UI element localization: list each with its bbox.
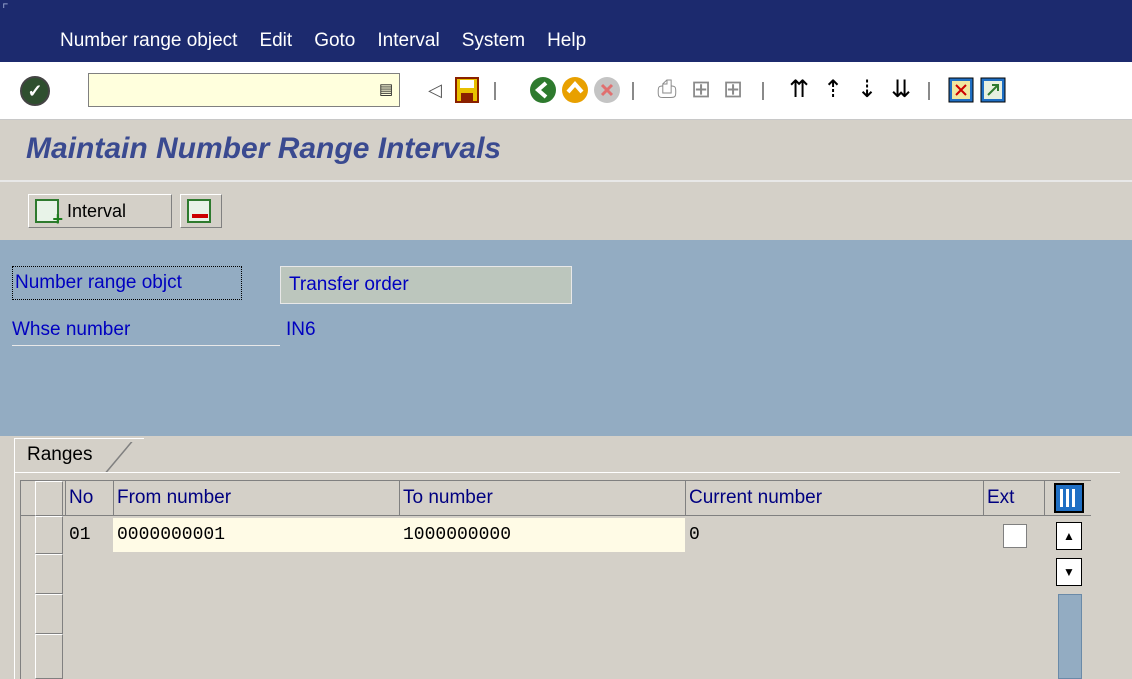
scroll-up-icon[interactable]: ▲ bbox=[1056, 522, 1082, 550]
header-area: Number range objct Transfer order Whse n… bbox=[0, 240, 1132, 436]
table-row bbox=[21, 634, 1091, 679]
shortcut-icon[interactable] bbox=[978, 74, 1008, 106]
scroll-down-icon[interactable]: ▼ bbox=[1056, 558, 1082, 586]
row-selector[interactable] bbox=[35, 594, 63, 634]
back-icon[interactable]: ◁ bbox=[420, 74, 450, 106]
menu-goto[interactable]: Goto bbox=[314, 26, 355, 56]
ranges-table: No From number To number Current number … bbox=[20, 480, 1091, 679]
exit-icon[interactable] bbox=[560, 74, 590, 106]
table-row bbox=[21, 554, 1091, 594]
page-title: Maintain Number Range Intervals bbox=[26, 132, 502, 165]
previous-icon[interactable] bbox=[528, 74, 558, 106]
column-header-to-number[interactable]: To number bbox=[399, 481, 685, 516]
cell-no: 01 bbox=[69, 525, 91, 545]
menu-bar: ⌜ Number range object Edit Goto Interval… bbox=[0, 0, 1132, 62]
insert-interval-icon bbox=[35, 199, 63, 230]
find-next-icon[interactable]: ⊞ bbox=[718, 74, 748, 106]
table-settings-icon[interactable] bbox=[1054, 483, 1084, 513]
toolbar-separator bbox=[928, 82, 930, 100]
menu-help[interactable]: Help bbox=[547, 26, 586, 56]
insert-interval-label: Interval bbox=[67, 200, 127, 221]
table-header-row: No From number To number Current number … bbox=[21, 480, 1091, 516]
delete-interval-button[interactable] bbox=[180, 194, 222, 228]
first-page-icon[interactable]: ⇈ bbox=[784, 74, 814, 106]
save-icon[interactable] bbox=[452, 74, 482, 106]
toolbar-separator bbox=[762, 82, 764, 100]
previous-page-icon[interactable]: ⇡ bbox=[818, 74, 848, 106]
find-icon[interactable]: ⊞ bbox=[686, 74, 716, 106]
row-selector[interactable] bbox=[35, 516, 63, 554]
cancel-icon[interactable] bbox=[592, 74, 622, 106]
tab-ranges[interactable]: Ranges bbox=[14, 438, 144, 472]
number-range-object-label: Number range objct bbox=[12, 266, 242, 300]
select-all-cell[interactable] bbox=[35, 481, 63, 516]
whse-number-label: Whse number bbox=[12, 314, 280, 346]
current-number-value: 0 bbox=[689, 525, 700, 545]
new-session-icon[interactable] bbox=[946, 74, 976, 106]
whse-number-value: IN6 bbox=[286, 319, 316, 340]
menu-interval[interactable]: Interval bbox=[377, 26, 439, 56]
table-row: 01 0000000001 1000000000 0 bbox=[21, 516, 1091, 554]
from-number-input[interactable]: 0000000001 bbox=[113, 518, 399, 552]
menu-edit[interactable]: Edit bbox=[259, 26, 292, 56]
print-icon[interactable]: ⎙ bbox=[652, 74, 682, 106]
tab-ranges-label: Ranges bbox=[27, 444, 93, 465]
number-range-object-value: Transfer order bbox=[280, 266, 572, 304]
to-number-input[interactable]: 1000000000 bbox=[399, 518, 685, 552]
column-header-from-number[interactable]: From number bbox=[113, 481, 399, 516]
row-selector[interactable] bbox=[35, 634, 63, 679]
toolbar-separator bbox=[632, 82, 634, 100]
menu-items: Number range object Edit Goto Interval S… bbox=[60, 26, 608, 56]
delete-interval-icon bbox=[187, 199, 211, 223]
menu-system[interactable]: System bbox=[462, 26, 525, 56]
row-selector[interactable] bbox=[35, 554, 63, 594]
next-page-icon[interactable]: ⇣ bbox=[852, 74, 882, 106]
insert-interval-button[interactable]: Interval bbox=[28, 194, 172, 230]
vertical-scrollbar[interactable]: ▲ ▼ bbox=[1054, 518, 1086, 679]
ranges-tabstrip: Ranges No From number To number Current … bbox=[0, 436, 1132, 679]
table-row bbox=[21, 594, 1091, 634]
column-header-no[interactable]: No bbox=[65, 481, 113, 516]
enter-icon[interactable]: ✓ bbox=[20, 76, 50, 106]
scroll-track[interactable] bbox=[1058, 594, 1082, 679]
toolbar-separator bbox=[494, 82, 496, 100]
application-toolbar: Interval bbox=[0, 182, 1132, 240]
command-field[interactable]: ▤ bbox=[88, 73, 400, 107]
ext-checkbox[interactable] bbox=[1003, 524, 1027, 548]
standard-toolbar: ✓ ▤ ◁ ⎙ ⊞ ⊞ ⇈ ⇡ ⇣ ⇊ bbox=[0, 62, 1132, 120]
window-corner-icon: ⌜ bbox=[2, 1, 9, 17]
menu-number-range-object[interactable]: Number range object bbox=[60, 26, 237, 56]
column-header-ext[interactable]: Ext bbox=[983, 481, 1045, 516]
column-header-current-number[interactable]: Current number bbox=[685, 481, 983, 516]
command-history-icon[interactable]: ▤ bbox=[379, 80, 393, 100]
last-page-icon[interactable]: ⇊ bbox=[886, 74, 916, 106]
